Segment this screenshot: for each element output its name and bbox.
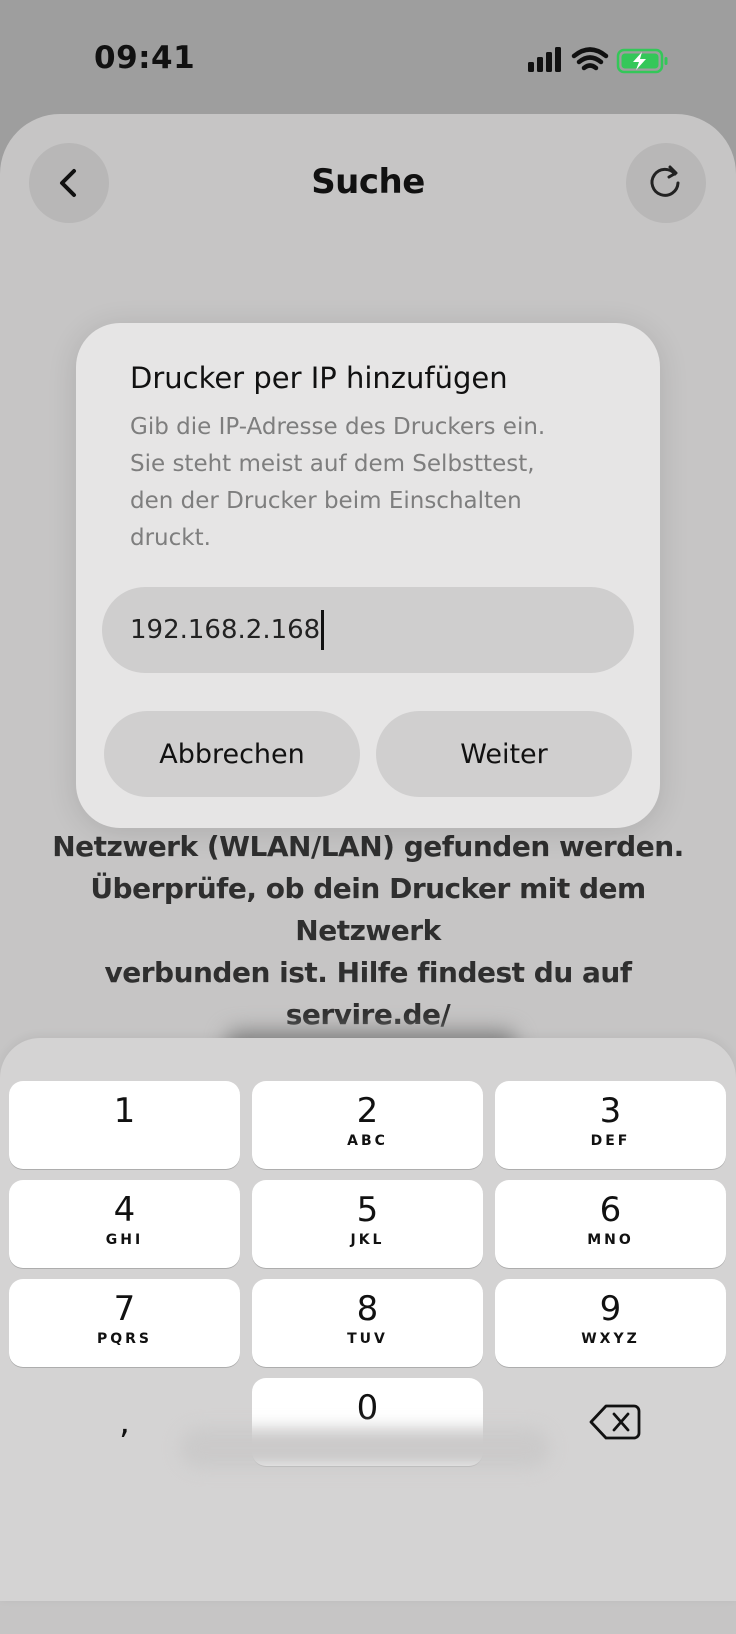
key-digit: 1 [113, 1091, 136, 1131]
key-1[interactable]: 1 [9, 1081, 240, 1169]
key-digit: 7 [113, 1289, 136, 1329]
key-letters: PQRS [96, 1331, 153, 1347]
key-digit: 5 [356, 1190, 379, 1230]
key-digit: 9 [599, 1289, 622, 1329]
key-2[interactable]: 2 ABC [252, 1081, 483, 1169]
description-line: Sie steht meist auf dem Selbsttest, [130, 451, 535, 477]
refresh-button[interactable] [626, 143, 706, 223]
cancel-button[interactable]: Abbrechen [104, 711, 360, 797]
description-line: druckt. [130, 525, 211, 551]
key-letters: GHI [105, 1232, 144, 1248]
ip-address-input[interactable]: 192.168.2.168 [102, 587, 634, 673]
key-digit: 3 [599, 1091, 622, 1131]
key-6[interactable]: 6 MNO [495, 1180, 726, 1268]
add-printer-dialog: Drucker per IP hinzufügen Gib die IP-Adr… [76, 323, 660, 828]
home-indicator-area [180, 1428, 550, 1468]
key-digit: 4 [113, 1190, 136, 1230]
description-line: den der Drucker beim Einschalten [130, 488, 522, 514]
dialog-title: Drucker per IP hinzufügen [130, 361, 508, 395]
key-letters: MNO [587, 1232, 634, 1248]
message-line: Netzwerk (WLAN/LAN) gefunden werden. [52, 830, 684, 863]
key-3[interactable]: 3 DEF [495, 1081, 726, 1169]
cellular-signal-icon [528, 47, 561, 72]
battery-charging-icon [616, 48, 668, 74]
status-time: 09:41 [94, 40, 196, 76]
message-line: Überprüfe, ob dein Drucker mit dem Netzw… [90, 872, 646, 947]
key-digit: 8 [356, 1289, 379, 1329]
key-7[interactable]: 7 PQRS [9, 1279, 240, 1367]
status-bar: 09:41 [0, 0, 736, 110]
key-8[interactable]: 8 TUV [252, 1279, 483, 1367]
ip-address-value: 192.168.2.168 [130, 615, 321, 645]
refresh-icon [650, 165, 680, 197]
key-digit: 0 [356, 1388, 379, 1428]
text-caret [321, 610, 325, 650]
comma-label: , [119, 1402, 130, 1442]
status-icons [526, 44, 676, 78]
key-digit: 2 [356, 1091, 379, 1131]
key-9[interactable]: 9 WXYZ [495, 1279, 726, 1367]
wifi-icon [571, 47, 609, 71]
dialog-description: Gib die IP-Adresse des Druckers ein. Sie… [130, 409, 610, 557]
key-5[interactable]: 5 JKL [252, 1180, 483, 1268]
key-letters: WXYZ [581, 1331, 640, 1347]
key-letters: TUV [347, 1331, 388, 1347]
key-letters: ABC [347, 1133, 388, 1149]
message-line: verbunden ist. Hilfe findest du auf serv… [104, 956, 632, 1031]
key-4[interactable]: 4 GHI [9, 1180, 240, 1268]
numeric-keyboard: 1 2 ABC 3 DEF 4 GHI 5 JKL 6 MNO 7 PQRS 8… [0, 1038, 736, 1601]
description-line: Gib die IP-Adresse des Druckers ein. [130, 414, 546, 440]
key-letters: JKL [350, 1232, 385, 1248]
key-digit: 6 [599, 1190, 622, 1230]
next-button[interactable]: Weiter [376, 711, 632, 797]
key-letters: DEF [590, 1133, 631, 1149]
